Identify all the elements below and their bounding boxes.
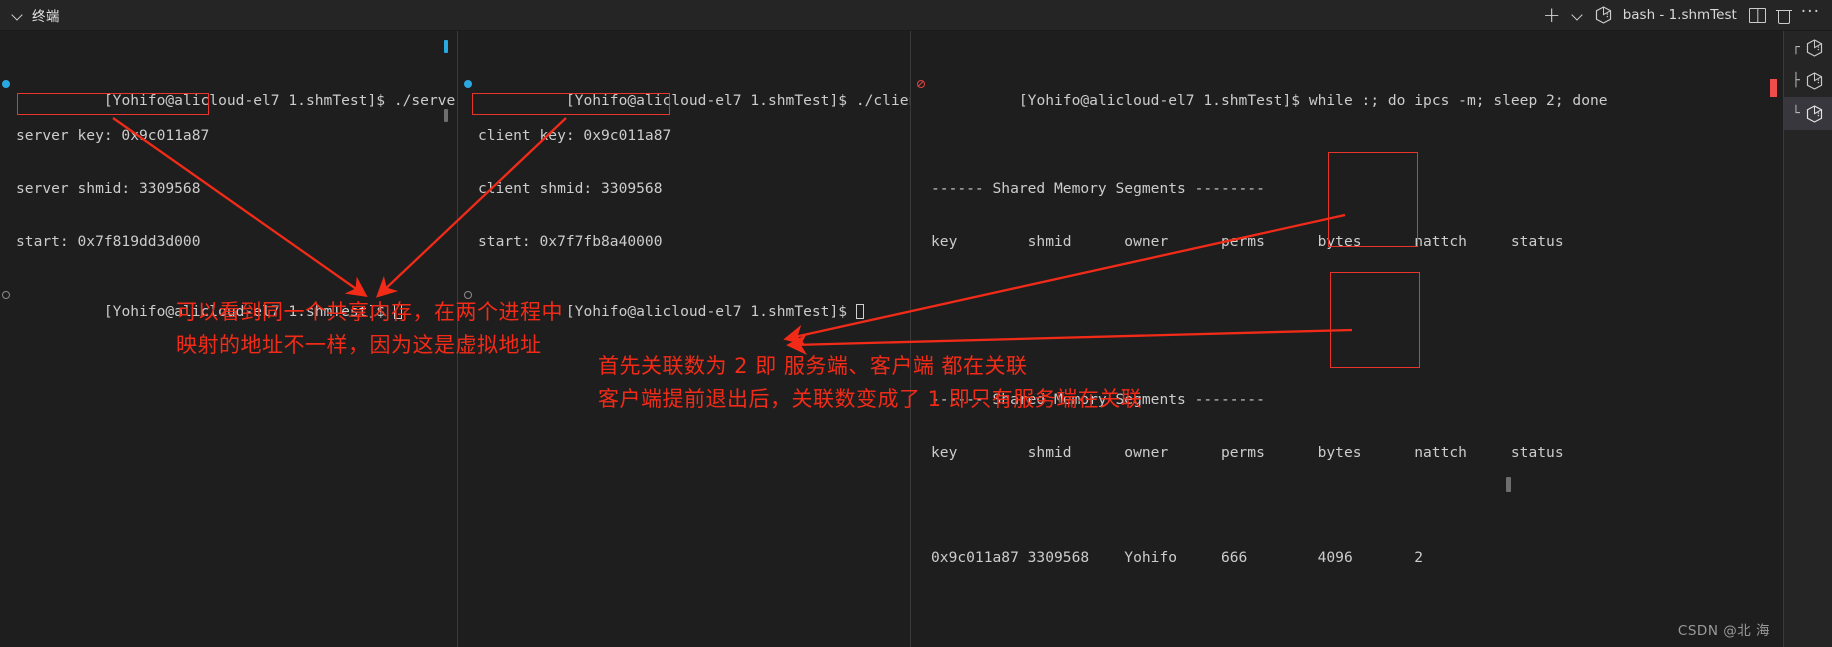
tree-branch-glyph: ┌ xyxy=(1792,40,1800,55)
cube-icon xyxy=(1806,104,1823,123)
terminal-line-start-address: start: 0x7f819dd3d000 xyxy=(16,232,201,250)
command-status-dot xyxy=(2,79,10,88)
ipcs-terminal-lines: [Yohifo@alicloud-el7 1.shmTest]$ while :… xyxy=(917,39,1784,647)
server-terminal-lines: [Yohifo@alicloud-el7 1.shmTest]$ ./serve… xyxy=(2,39,457,338)
watermark: CSDN @北 海 xyxy=(1677,623,1770,639)
split-editor-icon xyxy=(1749,7,1767,23)
annotation-right-line2: 客户端提前退出后，关联数变成了 1 即只有服务端在关联 xyxy=(598,387,1143,411)
terminal-line: server shmid: 3309568 xyxy=(16,179,201,197)
terminal-tab-2[interactable]: ├ xyxy=(1784,64,1832,97)
split-terminal-button[interactable] xyxy=(1745,2,1771,28)
terminal-line-command: [Yohifo@alicloud-el7 1.shmTest]$ while :… xyxy=(917,74,1784,109)
cube-icon xyxy=(1806,71,1823,90)
ellipsis-icon: ··· xyxy=(1800,2,1820,22)
terminal-line-segments-header: ------ Shared Memory Segments -------- xyxy=(931,179,1265,197)
kill-terminal-button[interactable] xyxy=(1771,2,1797,28)
panel-toolbar: + bash - 1.shmTest ··· xyxy=(1539,0,1824,31)
new-terminal-button[interactable]: + xyxy=(1539,2,1565,28)
annotation-left-line2: 映射的地址不一样，因为这是虚拟地址 xyxy=(176,333,542,357)
panel-title: 终端 xyxy=(32,9,60,25)
command-error-dot xyxy=(917,79,925,88)
annotation-right-line1: 首先关联数为 2 即 服务端、客户端 都在关联 xyxy=(598,354,1028,378)
terminal-line-start-address: start: 0x7f7fb8a40000 xyxy=(478,232,663,250)
new-terminal-dropdown-button[interactable] xyxy=(1565,2,1591,28)
chevron-down-icon[interactable] xyxy=(10,7,26,23)
terminal-line-column-header: key shmid owner perms bytes nattch statu… xyxy=(931,443,1564,461)
tree-branch-glyph: └ xyxy=(1792,106,1800,121)
terminal-line: [Yohifo@alicloud-el7 1.shmTest]$ ./serve… xyxy=(2,74,457,109)
active-session-cube-icon xyxy=(1591,2,1617,28)
terminal-error-indicator xyxy=(1770,79,1777,97)
terminal-panel-root: 终端 + bash - 1.shmTest ··· [Yohifo@aliclo… xyxy=(0,0,1832,647)
annotation-left-line1: 可以看到同一个共享内存，在两个进程中 xyxy=(176,300,563,324)
command-status-dot xyxy=(2,290,10,299)
cube-icon xyxy=(1806,38,1823,57)
more-actions-button[interactable]: ··· xyxy=(1797,2,1824,28)
chevron-down-icon xyxy=(1570,7,1586,23)
terminal-line: server key: 0x9c011a87 xyxy=(16,126,210,144)
terminal-tab-rail: ┌ ├ └ xyxy=(1770,31,1832,647)
trash-icon xyxy=(1775,7,1792,24)
terminal-tab-1[interactable]: ┌ xyxy=(1784,31,1832,64)
panel-header: 终端 + bash - 1.shmTest ··· xyxy=(0,0,1832,31)
client-terminal-lines: [Yohifo@alicloud-el7 1.shmTest]$ ./clien… xyxy=(464,39,910,338)
terminal-line: client shmid: 3309568 xyxy=(478,179,663,197)
ipcs-monitor-terminal[interactable]: [Yohifo@alicloud-el7 1.shmTest]$ while :… xyxy=(911,31,1784,647)
terminal-line-column-header: key shmid owner perms bytes nattch statu… xyxy=(931,232,1564,250)
terminal-line: client key: 0x9c011a87 xyxy=(478,126,672,144)
panel-header-left: 终端 xyxy=(10,5,60,25)
tree-branch-glyph: ├ xyxy=(1792,73,1800,88)
command-status-dot xyxy=(464,79,472,88)
cube-icon xyxy=(1595,6,1612,24)
terminal-line-segment-row: 0x9c011a87 3309568 Yohifo 666 4096 2 xyxy=(931,549,1424,567)
active-session-label[interactable]: bash - 1.shmTest xyxy=(1617,7,1745,23)
terminal-line: [Yohifo@alicloud-el7 1.shmTest]$ ./clien… xyxy=(464,74,910,109)
terminal-cursor xyxy=(855,303,865,319)
terminal-tab-3[interactable]: └ xyxy=(1784,97,1832,130)
